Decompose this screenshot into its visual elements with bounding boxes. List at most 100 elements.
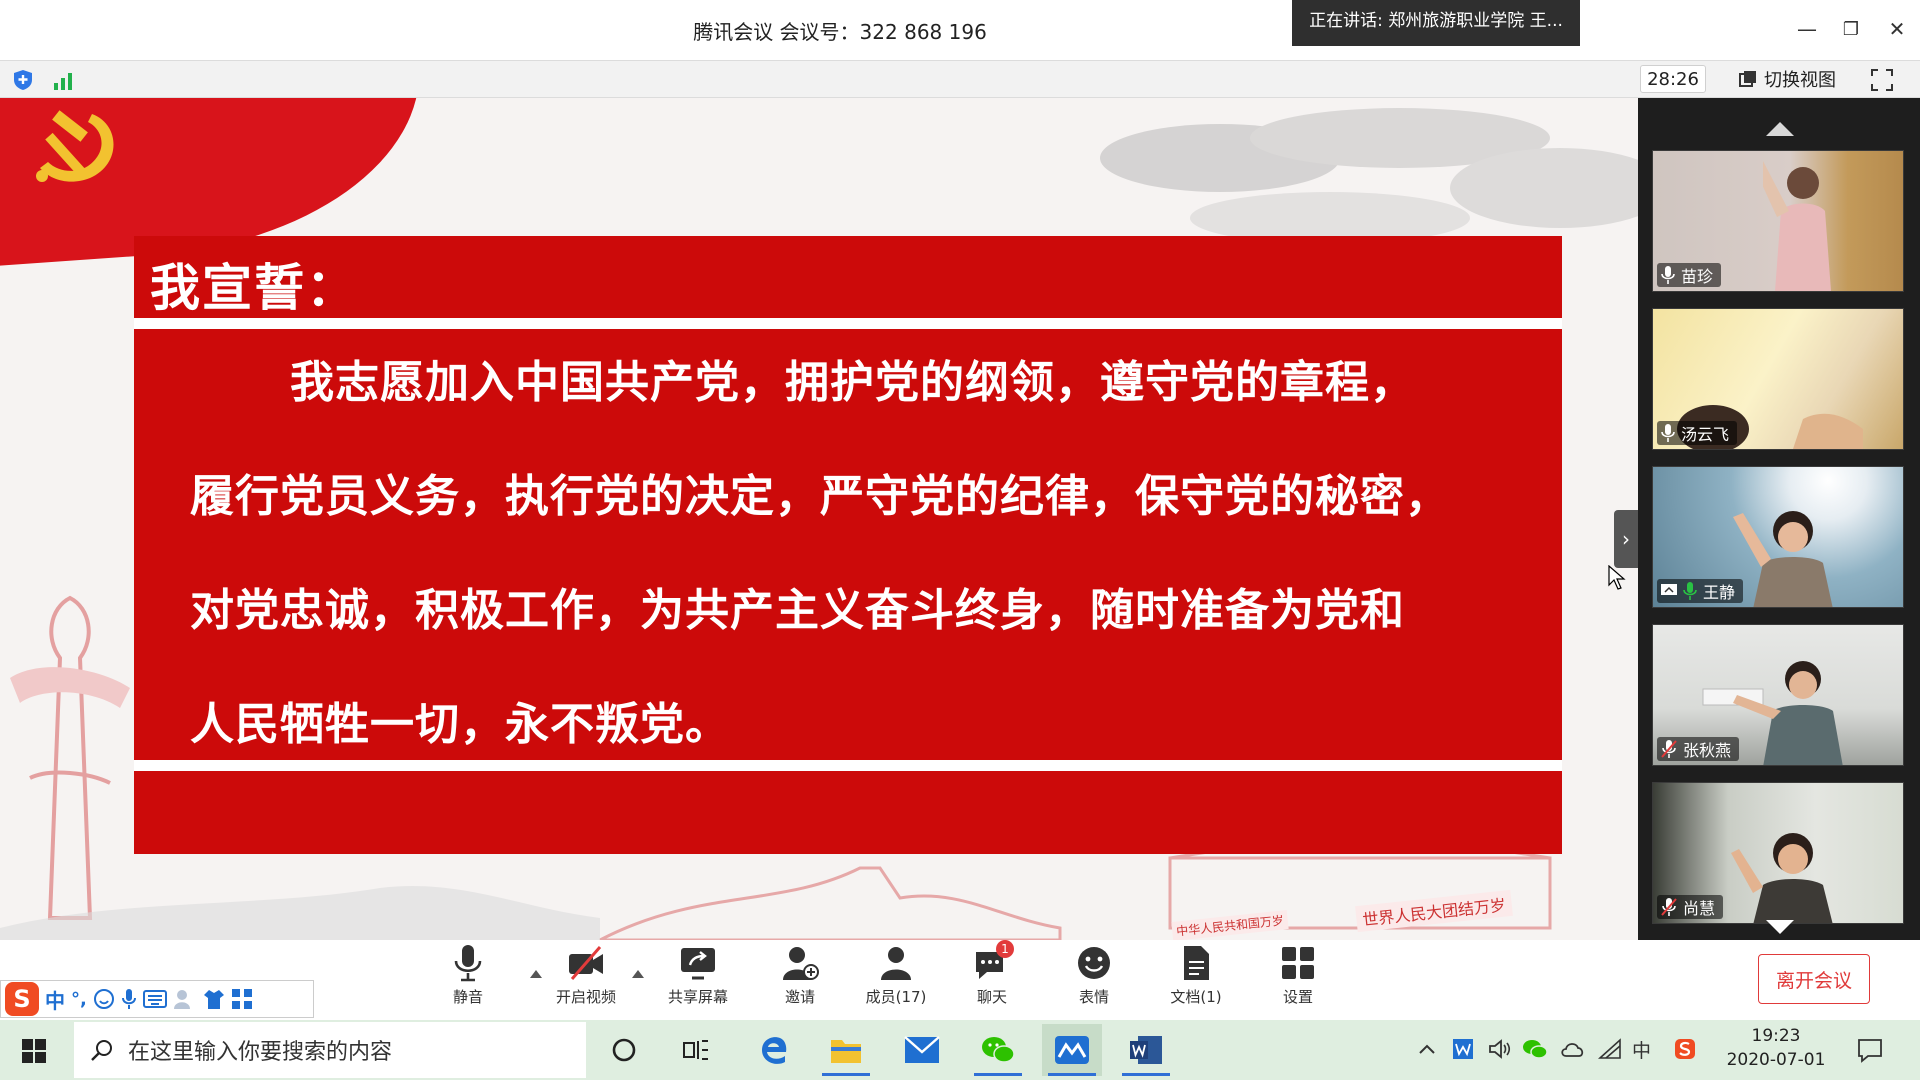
taskbar-word[interactable] (1116, 1024, 1176, 1076)
cortana-button[interactable] (594, 1024, 654, 1076)
divider-top (134, 318, 1562, 329)
participant-tile[interactable]: 王静 (1652, 466, 1904, 608)
invite-button[interactable]: 邀请 (760, 944, 840, 1007)
task-view-button[interactable] (666, 1024, 726, 1076)
participant-label: 苗珍 (1657, 263, 1722, 287)
edge-browser-icon (762, 1037, 787, 1064)
share-screen-icon (681, 948, 715, 980)
leave-meeting-button[interactable]: 离开会议 (1758, 954, 1870, 1004)
members-button[interactable]: 成员(17) (856, 944, 936, 1007)
ime-mode-toggle[interactable]: 中 (45, 985, 65, 1014)
shared-slide: 中华人民共和国万岁 世界人民大团结万岁 我宣誓： 我志愿加入中国共产党，拥护党的… (0, 98, 1638, 940)
taskbar-mail[interactable] (892, 1024, 952, 1076)
taskbar-search-box[interactable]: 在这里输入你要搜索的内容 (74, 1022, 586, 1078)
show-hidden-icons-chevron-icon[interactable] (1418, 1042, 1436, 1056)
members-icon (881, 947, 911, 980)
participant-video (1731, 833, 1833, 923)
scroll-down-icon[interactable] (1766, 920, 1794, 934)
taskbar-tencent-meeting[interactable] (1042, 1024, 1102, 1076)
volume-icon[interactable] (1488, 1038, 1512, 1060)
skin-shirt-icon[interactable] (203, 988, 225, 1010)
speaker-toast: 正在讲话: 郑州旅游职业学院 王... (1292, 0, 1580, 46)
microphone-icon (454, 945, 482, 982)
audio-options-caret[interactable] (530, 970, 542, 978)
settings-grid-icon (1282, 947, 1314, 979)
user-tools-icon[interactable] (173, 988, 197, 1010)
participant-tile[interactable]: 张秋燕 (1652, 624, 1904, 766)
participant-tile[interactable]: 苗珍 (1652, 150, 1904, 292)
participant-panel: 苗珍 汤云飞 王静 张秋燕 尚慧 (1638, 98, 1920, 940)
active-indicator (974, 1073, 1022, 1076)
participant-label: 张秋燕 (1657, 737, 1740, 761)
onedrive-cloud-icon[interactable] (1560, 1040, 1586, 1058)
switch-view-icon (1739, 71, 1756, 87)
hammer-sickle-icon (36, 110, 114, 182)
sogou-logo-icon[interactable]: S (5, 982, 39, 1016)
toolbox-grid-icon[interactable] (231, 988, 253, 1010)
scroll-up-icon[interactable] (1766, 122, 1794, 136)
task-view-icon (683, 1040, 708, 1060)
taskbar-wechat[interactable] (968, 1024, 1028, 1076)
panel-collapse-handle[interactable]: › (1614, 510, 1638, 568)
emoji-icon[interactable] (93, 988, 115, 1010)
share-screen-button[interactable]: 共享屏幕 (658, 944, 738, 1007)
smiley-icon (1078, 947, 1110, 979)
wps-tray-icon[interactable] (1452, 1038, 1474, 1060)
windows-start-icon[interactable] (22, 1039, 46, 1063)
sogou-tray-icon[interactable] (1674, 1038, 1696, 1060)
title-bar: 腾讯会议 会议号：322 868 196 正在讲话: 郑州旅游职业学院 王...… (0, 0, 1920, 60)
pledge-line-1: 我志愿加入中国共产党，拥护党的纲领，遵守党的章程， (290, 357, 1415, 408)
shield-icon[interactable] (12, 69, 34, 91)
participant-name: 汤云飞 (1681, 425, 1730, 444)
wechat-icon (982, 1037, 1015, 1063)
cortana-circle-icon (612, 1038, 636, 1062)
switch-view-button[interactable]: 切换视图 (1738, 65, 1836, 93)
mouse-cursor-icon (1608, 565, 1626, 590)
add-user-icon (783, 947, 819, 980)
mute-label: 静音 (452, 988, 483, 1006)
participant-tile[interactable]: 汤云飞 (1652, 308, 1904, 450)
chat-unread-badge: 1 (996, 940, 1014, 958)
start-video-button[interactable]: 开启视频 (546, 944, 626, 1007)
restore-button[interactable]: ❐ (1836, 14, 1866, 44)
microphone-icon (1661, 424, 1675, 442)
wifi-icon[interactable] (1598, 1038, 1622, 1060)
microphone-muted-icon (1661, 740, 1677, 758)
fullscreen-icon[interactable] (1870, 68, 1894, 92)
taskbar-clock[interactable]: 19:23 2020-07-01 (1716, 1024, 1836, 1072)
voice-input-icon[interactable] (121, 988, 137, 1010)
input-language-indicator[interactable]: 中 (1632, 1036, 1651, 1063)
divider-bottom (134, 760, 1562, 771)
chevron-right-icon: › (1622, 527, 1630, 551)
participant-label: 王静 (1657, 579, 1744, 603)
signal-strength-icon[interactable] (52, 69, 76, 91)
participant-tile[interactable]: 尚慧 (1652, 782, 1904, 924)
close-button[interactable]: ✕ (1882, 14, 1912, 44)
reaction-label: 表情 (1078, 988, 1109, 1006)
participant-video (1763, 161, 1831, 291)
taskbar-file-explorer[interactable] (816, 1024, 876, 1076)
documents-button[interactable]: 文档(1) (1156, 944, 1236, 1007)
mute-button[interactable]: 静音 (428, 944, 508, 1007)
keyboard-icon[interactable] (142, 990, 167, 1008)
start-video-label: 开启视频 (555, 988, 616, 1006)
reaction-button[interactable]: 表情 (1054, 944, 1134, 1007)
microphone-active-icon (1683, 582, 1697, 600)
notification-center-icon[interactable] (1856, 1036, 1884, 1064)
taskbar-edge[interactable] (744, 1024, 804, 1076)
video-off-icon (569, 946, 603, 980)
chat-button[interactable]: 聊天 1 (952, 940, 1032, 1007)
document-icon (1184, 946, 1209, 980)
video-options-caret[interactable] (632, 970, 644, 978)
clock-time: 19:23 (1751, 1026, 1801, 1046)
minimize-button[interactable]: — (1792, 14, 1822, 44)
microphone-icon (1661, 266, 1675, 284)
active-indicator (1048, 1073, 1096, 1076)
pledge-line-2: 履行党员义务，执行党的决定，严守党的纪律，保守党的秘密， (190, 471, 1450, 522)
documents-label: 文档(1) (1170, 988, 1222, 1006)
pledge-line-4: 人民牺牲一切，永不叛党。 (190, 699, 730, 750)
settings-button[interactable]: 设置 (1258, 944, 1338, 1007)
microphone-muted-icon (1661, 898, 1677, 916)
ime-punctuation-toggle[interactable]: °, (71, 989, 87, 1010)
wechat-tray-icon[interactable] (1522, 1038, 1548, 1060)
